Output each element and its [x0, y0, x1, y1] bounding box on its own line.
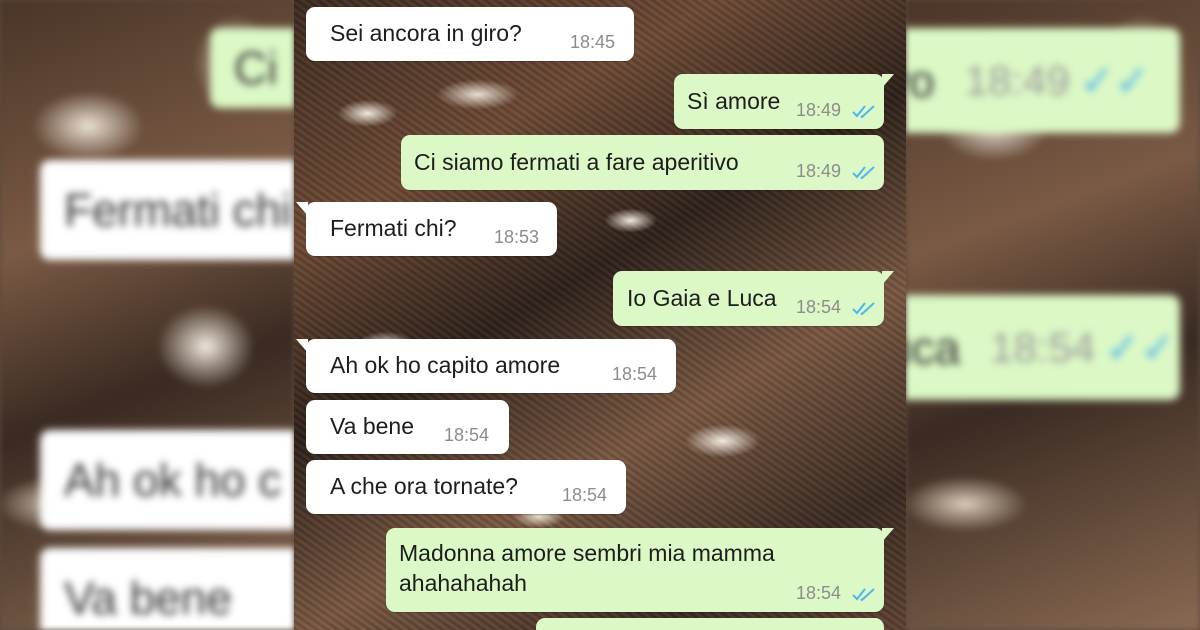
chat-panel: Sei ancora in giro? 18:45 Sì amore 18:49… — [294, 0, 906, 630]
ghost-text: uca — [906, 321, 961, 374]
message-text: Va bene — [330, 413, 414, 439]
message-time: 18:49 — [796, 100, 842, 120]
ghost-time: 18:54 — [990, 323, 1096, 371]
message-bubble-outgoing-partial[interactable] — [536, 618, 884, 630]
message-time: 18:54 — [444, 425, 490, 445]
message-time: 18:49 — [796, 161, 842, 181]
ghost-text: Fermati chi — [64, 184, 292, 236]
message-bubble-outgoing[interactable]: Madonna amore sembri mia mamma ahahahaha… — [386, 528, 894, 612]
ghost-bubble: Fermati chi — [40, 160, 294, 260]
ghost-bubble: Ci — [210, 28, 294, 108]
ghost-text: vo — [906, 54, 935, 107]
message-text: A che ora tornate? — [330, 473, 518, 499]
message-text: Ah ok ho capito amore — [330, 352, 561, 378]
message-bubble-outgoing[interactable]: Ci siamo fermati a fare aperitivo 18:49 — [401, 135, 884, 190]
message-bubble-incoming[interactable]: Va bene 18:54 — [306, 400, 509, 454]
message-text: Ci siamo fermati a fare aperitivo — [414, 149, 739, 175]
message-time: 18:54 — [796, 583, 842, 603]
ghost-text: Ci — [234, 42, 278, 94]
message-text: Io Gaia e Luca — [627, 285, 777, 311]
message-time: 18:54 — [796, 297, 842, 317]
double-check-icon — [852, 302, 875, 316]
message-bubble-outgoing[interactable]: Sì amore 18:49 — [674, 74, 894, 129]
message-time: 18:54 — [562, 485, 608, 505]
ghost-bubble: vo 18:49 ✓✓ — [906, 28, 1180, 133]
message-text: Fermati chi? — [330, 215, 457, 241]
blurred-background-right: vo 18:49 ✓✓ uca 18:54 ✓✓ — [906, 0, 1200, 630]
ghost-bubble: Va bene — [40, 548, 294, 630]
double-check-icon — [852, 105, 875, 119]
ghost-time: 18:49 — [964, 56, 1070, 104]
message-time: 18:54 — [612, 364, 658, 384]
double-check-icon: ✓✓ — [1079, 57, 1151, 104]
double-check-icon — [852, 166, 875, 180]
message-bubble-incoming[interactable]: Ah ok ho capito amore 18:54 — [296, 339, 676, 393]
message-text-line: ahahahahah — [399, 570, 527, 596]
message-time: 18:53 — [494, 227, 540, 247]
message-bubble-incoming[interactable]: Fermati chi? 18:53 — [296, 202, 557, 256]
message-bubble-incoming[interactable]: A che ora tornate? 18:54 — [306, 460, 626, 514]
message-time: 18:45 — [570, 32, 616, 52]
message-bubble-incoming[interactable]: Sei ancora in giro? 18:45 — [306, 7, 634, 61]
message-bubble-outgoing[interactable]: Io Gaia e Luca 18:54 — [613, 271, 894, 326]
ghost-bubble: uca 18:54 ✓✓ — [906, 295, 1180, 400]
double-check-icon: ✓✓ — [1105, 324, 1176, 371]
message-text: Sì amore — [687, 88, 781, 114]
ghost-text: Ah ok ho c — [64, 454, 282, 506]
message-text: Sei ancora in giro? — [330, 20, 522, 46]
double-check-icon — [852, 588, 875, 602]
ghost-text: Va bene — [64, 572, 232, 624]
blurred-background-left: Ci Fermati chi Ah ok ho c Va bene — [0, 0, 294, 630]
message-text-line: Madonna amore sembri mia mamma — [399, 540, 775, 566]
ghost-bubble: Ah ok ho c — [40, 430, 294, 530]
